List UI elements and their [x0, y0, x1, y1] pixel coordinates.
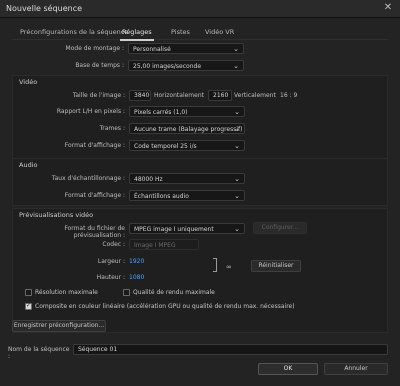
tab-tracks[interactable]: Pistes [171, 28, 190, 36]
chevron-down-icon: ⌄ [233, 45, 239, 53]
editing-mode-value: Personnalisé [133, 46, 171, 53]
editing-mode-label: Mode de montage : [65, 45, 124, 52]
tab-bar: Préconfigurations de la séquence Réglage… [12, 26, 388, 41]
pixel-ratio-value: Pixels carrés (1,0) [134, 109, 188, 116]
video-display-format-value: Code temporel 25 i/s [134, 143, 197, 150]
timebase-label: Base de temps : [75, 62, 124, 69]
preview-file-format-value: MPEG image I uniquement [134, 226, 214, 233]
sequence-name-input[interactable]: Séquence 01 [73, 344, 388, 355]
fields-value: Aucune trame (Balayage progressif) [134, 126, 243, 133]
frame-size-label: Taille de l'image : [72, 92, 125, 99]
preview-width-label: Largeur : [97, 258, 125, 265]
max-render-quality-label: Qualité de rendu maximale [133, 289, 215, 296]
preview-file-format-dropdown[interactable]: MPEG image I uniquement ⌄ [129, 223, 245, 234]
preview-height-label: Hauteur : [96, 274, 125, 281]
new-sequence-dialog: Préconfigurations de la séquence Réglage… [0, 18, 400, 386]
timebase-dropdown[interactable]: 25,00 images/seconde ⌄ [128, 60, 244, 71]
fields-dropdown[interactable]: Aucune trame (Balayage progressif) ⌄ [129, 123, 245, 134]
preview-height-value[interactable]: 1080 [129, 274, 144, 281]
audio-display-format-value: Échantillons audio [134, 193, 189, 200]
tab-vr-video[interactable]: Vidéo VR [205, 28, 234, 36]
save-preset-button[interactable]: Enregistrer préconfiguration... [12, 320, 106, 332]
chevron-down-icon: ⌄ [233, 62, 239, 70]
video-display-format-dropdown[interactable]: Code temporel 25 i/s ⌄ [129, 140, 245, 151]
linear-color-checkbox[interactable] [25, 302, 32, 310]
frame-width-input[interactable]: 3840 [129, 90, 151, 101]
max-render-quality-checkbox[interactable] [123, 289, 130, 296]
sequence-name-label: Nom de la séquence : [8, 346, 70, 360]
video-previews-section: Prévisualisations vidéo Format du fichie… [12, 208, 388, 333]
audio-display-format-dropdown[interactable]: Échantillons audio ⌄ [129, 190, 245, 201]
fields-label: Trames : [99, 125, 125, 132]
close-icon[interactable]: ✕ [382, 2, 394, 14]
frame-height-input[interactable]: 2160 [208, 90, 232, 101]
max-resolution-checkbox[interactable] [25, 289, 32, 296]
video-section: Vidéo Taille de l'image : 3840 Horizonta… [12, 75, 388, 170]
ok-button[interactable]: OK [258, 363, 318, 375]
audio-section: Audio Taux d'échantillonnage : 48000 Hz … [12, 158, 388, 206]
reset-button[interactable]: Réinitialiser [251, 260, 301, 272]
max-resolution-label: Résolution maximale [35, 289, 98, 296]
pixel-ratio-label: Rapport L/H en pixels : [56, 108, 125, 115]
cancel-button[interactable]: Annuler [324, 363, 388, 375]
preview-width-value[interactable]: 1920 [129, 258, 144, 265]
aspect-ratio-text: 16 : 9 [280, 92, 298, 99]
chevron-down-icon: ⌄ [234, 142, 240, 150]
previews-section-title: Prévisualisations vidéo [19, 211, 94, 219]
link-bracket [213, 258, 217, 272]
horizontal-label: Horizontalement [153, 92, 204, 99]
sample-rate-dropdown[interactable]: 48000 Hz ⌄ [129, 173, 245, 184]
chevron-down-icon: ⌄ [234, 125, 240, 133]
window-title: Nouvelle séquence [6, 4, 83, 13]
sample-rate-value: 48000 Hz [134, 176, 163, 183]
audio-section-title: Audio [19, 161, 38, 169]
pixel-ratio-dropdown[interactable]: Pixels carrés (1,0) ⌄ [129, 106, 245, 117]
link-icon[interactable]: ∞ [226, 263, 232, 271]
video-display-format-label: Format d'affichage : [64, 142, 125, 149]
linear-color-label: Composite en couleur linéaire (accélérat… [35, 303, 295, 310]
audio-display-format-label: Format d'affichage : [64, 192, 125, 199]
editing-mode-dropdown[interactable]: Personnalisé ⌄ [128, 43, 244, 54]
codec-value: Image I MPEG [134, 242, 176, 249]
codec-label: Codec : [102, 241, 125, 248]
title-bar: Nouvelle séquence ✕ [0, 0, 400, 18]
configure-button[interactable]: Configurer... [253, 222, 307, 234]
tab-presets[interactable]: Préconfigurations de la séquence [20, 28, 128, 36]
chevron-down-icon: ⌄ [234, 192, 240, 200]
timebase-value: 25,00 images/seconde [133, 63, 202, 70]
chevron-down-icon: ⌄ [234, 108, 240, 116]
chevron-down-icon: ⌄ [234, 175, 240, 183]
sample-rate-label: Taux d'échantillonnage : [51, 175, 125, 182]
vertical-label: Verticalement [234, 92, 276, 99]
chevron-down-icon: ⌄ [234, 225, 240, 233]
video-section-title: Vidéo [19, 78, 38, 86]
tab-settings[interactable]: Réglages [120, 28, 154, 41]
codec-dropdown[interactable]: Image I MPEG [129, 239, 199, 250]
preview-file-format-label: Format du fichier de prévisualisation : [64, 225, 125, 239]
